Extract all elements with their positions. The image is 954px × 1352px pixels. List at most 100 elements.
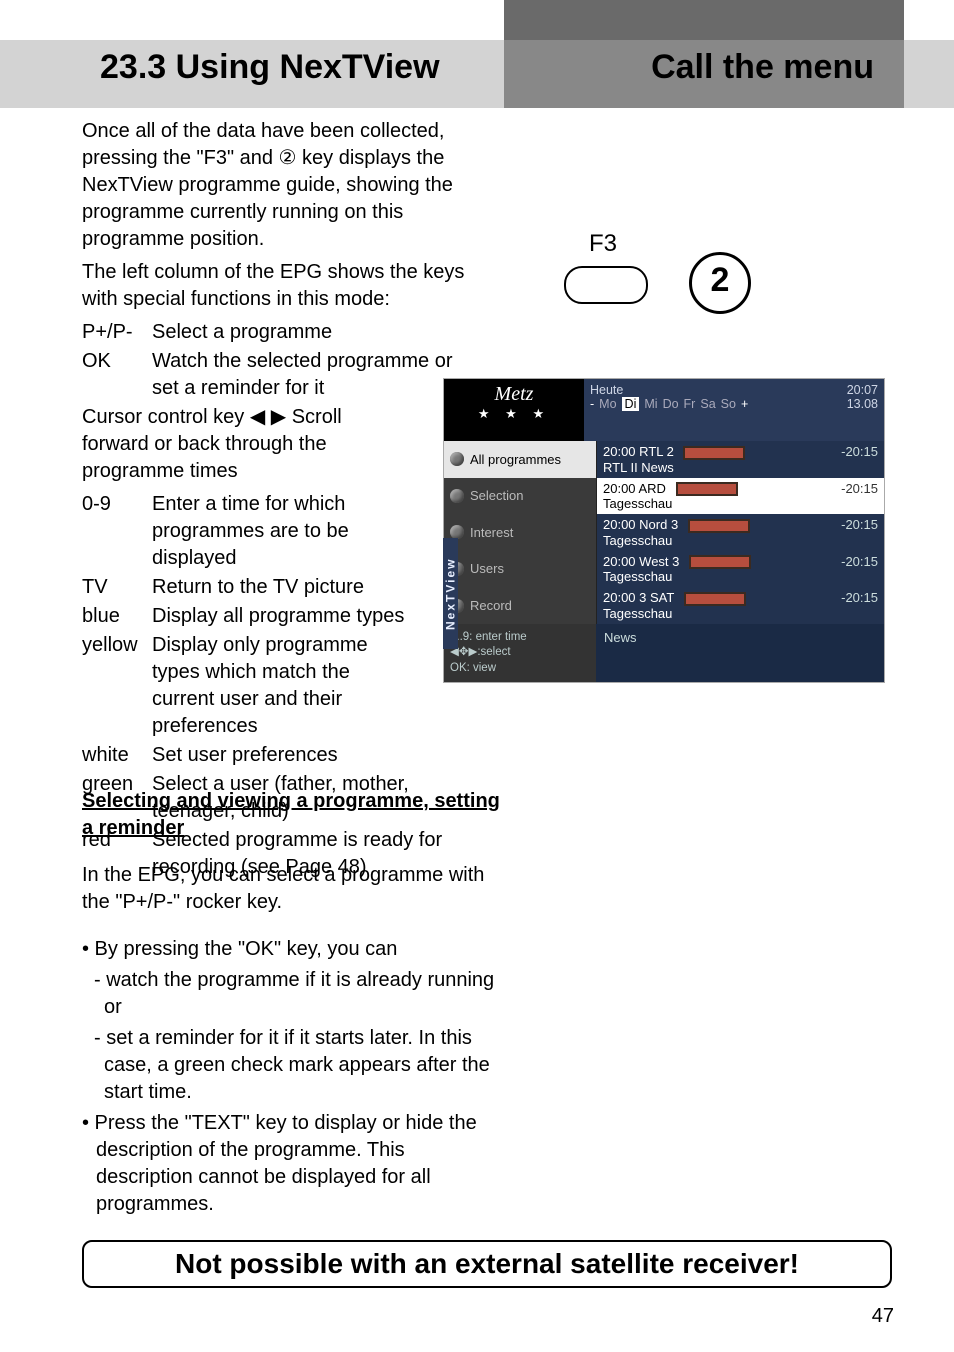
days-minus-icon: -: [590, 397, 594, 411]
key-desc: Select a programme: [152, 319, 482, 346]
osd-sidebar-item: Users: [444, 551, 597, 588]
key-name: blue: [82, 603, 152, 630]
key-desc: Watch the selected programme or set a re…: [152, 348, 482, 402]
prog-time: 20:00: [603, 517, 636, 532]
key-name: 0-9: [82, 491, 152, 572]
prog-time: 20:00: [603, 444, 636, 459]
days-plus-icon: +: [741, 397, 748, 411]
osd-date-label: Heute: [590, 383, 623, 397]
day: Do: [663, 397, 679, 411]
key-name: white: [82, 742, 152, 769]
progress-bar: [676, 482, 738, 496]
help-line: 0..9: enter time: [450, 630, 590, 646]
progress-bar: [689, 555, 751, 569]
osd-days-row: - Mo Di Mi Do Fr Sa So +: [590, 397, 748, 411]
osd-sidebar-item: Interest: [444, 514, 597, 551]
prog-time: 20:00: [603, 590, 636, 605]
body-text-block-1: Once all of the data have been collected…: [82, 118, 482, 883]
osd-sidebar-label: Selection: [470, 488, 523, 503]
footnote-box: Not possible with an external satellite …: [82, 1240, 892, 1288]
osd-sidebar-label: Record: [470, 598, 512, 613]
prog-title: Tagesschau: [603, 569, 672, 584]
circled-number: 2: [689, 252, 751, 314]
key-row: P+/P- Select a programme: [82, 319, 482, 346]
osd-news-box: News: [596, 624, 884, 683]
prog-title: Tagesschau: [603, 496, 672, 511]
cursor-line: Cursor control key ◀ ▶ Scroll forward or…: [82, 404, 412, 485]
osd-date: 13.08: [847, 397, 878, 411]
day: So: [721, 397, 736, 411]
subheading: Selecting and viewing a programme, setti…: [82, 788, 502, 842]
day: Sa: [700, 397, 715, 411]
prog-end: -20:15: [841, 554, 878, 569]
osd-prog-row-selected: 20:00 ARD -20:15 Tagesschau: [597, 478, 884, 515]
intro-p1: Once all of the data have been collected…: [82, 118, 482, 253]
key-row: white Set user preferences: [82, 742, 412, 769]
key-row: TV Return to the TV picture: [82, 574, 412, 601]
osd-vertical-label: NexTView: [443, 538, 458, 649]
logo-stars: ★ ★ ★: [444, 406, 584, 422]
osd-news-label: News: [604, 630, 637, 645]
prog-title: RTL II News: [603, 460, 674, 475]
call-menu-title: Call the menu: [651, 48, 874, 87]
dash-item: - set a reminder for it if it starts lat…: [82, 1025, 502, 1106]
help-line: OK: view: [450, 661, 590, 677]
key-desc: Return to the TV picture: [152, 574, 412, 601]
page-number: 47: [872, 1305, 894, 1328]
prog-end: -20:15: [841, 517, 878, 532]
progress-bar: [688, 519, 750, 533]
day: Mo: [599, 397, 616, 411]
key-row: 0-9 Enter a time for which programmes ar…: [82, 491, 412, 572]
help-line: ◀✥▶:select: [450, 645, 590, 661]
section2-p1: In the EPG, you can select a programme w…: [82, 862, 502, 916]
key-desc: Display all programme types: [152, 603, 412, 630]
key-row: blue Display all programme types: [82, 603, 412, 630]
key-desc: Display only programme types which match…: [152, 632, 412, 740]
osd-sidebar-label: All programmes: [470, 452, 561, 467]
top-dark-strip: [504, 0, 904, 40]
osd-sidebar-label: Users: [470, 561, 504, 576]
day: Mi: [644, 397, 657, 411]
osd-prog-row: 20:00 Nord 3 -20:15 Tagesschau: [597, 514, 884, 551]
section-title: 23.3 Using NexTView: [100, 48, 440, 87]
prog-time: 20:00: [603, 554, 636, 569]
prog-channel: ARD: [638, 481, 665, 496]
osd-sidebar-item: All programmes: [444, 441, 597, 478]
key-name: yellow: [82, 632, 152, 740]
osd-clock: 20:07: [847, 383, 878, 397]
key-row: OK Watch the selected programme or set a…: [82, 348, 482, 402]
bullet-item: • Press the "TEXT" key to display or hid…: [82, 1110, 502, 1218]
remote-illustration: F3 2: [554, 230, 824, 330]
metz-logo: Metz: [444, 383, 584, 406]
osd-sidebar-item: Selection: [444, 478, 597, 515]
body-text-block-2: Selecting and viewing a programme, setti…: [82, 788, 502, 1222]
osd-sidebar-label: Interest: [470, 525, 513, 540]
prog-channel: Nord 3: [639, 517, 678, 532]
prog-time: 20:00: [603, 481, 636, 496]
osd-prog-row: 20:00 West 3 -20:15 Tagesschau: [597, 551, 884, 588]
prog-channel: RTL 2: [639, 444, 674, 459]
day-selected: Di: [622, 397, 640, 411]
prog-channel: 3 SAT: [639, 590, 674, 605]
prog-title: Tagesschau: [603, 606, 672, 621]
progress-bar: [684, 592, 746, 606]
key-name: P+/P-: [82, 319, 152, 346]
key-desc: Enter a time for which programmes are to…: [152, 491, 412, 572]
prog-end: -20:15: [841, 481, 878, 496]
osd-prog-row: 20:00 3 SAT -20:15 Tagesschau: [597, 587, 884, 624]
key-name: OK: [82, 348, 152, 402]
osd-help-box: 0..9: enter time ◀✥▶:select OK: view: [444, 624, 596, 683]
osd-header-right: Heute 20:07 - Mo Di Mi Do Fr Sa So +: [584, 379, 884, 441]
prog-title: Tagesschau: [603, 533, 672, 548]
bullet-item: • By pressing the "OK" key, you can: [82, 936, 502, 963]
prog-end: -20:15: [841, 444, 878, 459]
key-name: TV: [82, 574, 152, 601]
prog-end: -20:15: [841, 590, 878, 605]
intro-p2: The left column of the EPG shows the key…: [82, 259, 482, 313]
radio-icon: [450, 452, 464, 466]
day: Fr: [684, 397, 696, 411]
progress-bar: [683, 446, 745, 460]
osd-logo-cell: Metz ★ ★ ★: [444, 379, 584, 441]
osd-screenshot: Metz ★ ★ ★ Heute 20:07 - Mo Di Mi Do Fr: [443, 378, 885, 683]
prog-channel: West 3: [639, 554, 679, 569]
